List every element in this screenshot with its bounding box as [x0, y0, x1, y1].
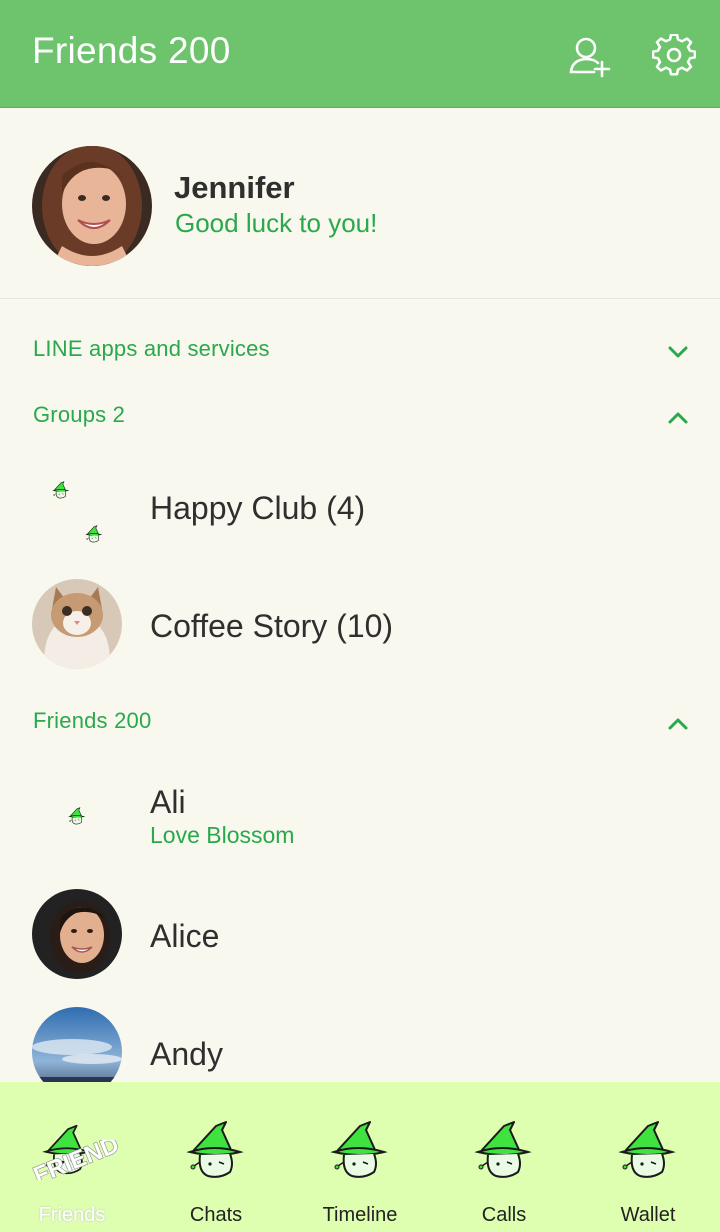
profile-status-message: Good luck to you!: [175, 208, 378, 238]
section-line-apps[interactable]: LINE apps and services: [0, 320, 720, 380]
wizard-icon: [52, 481, 70, 499]
friend-name: Andy: [150, 1036, 223, 1072]
tab-chats[interactable]: Chats: [144, 1082, 288, 1232]
page-title: Friends 200: [32, 30, 231, 71]
friend-name: Alice: [150, 918, 220, 954]
tab-label: Calls: [481, 1204, 527, 1226]
tab-calls[interactable]: Calls: [432, 1082, 576, 1232]
top-bar: Friends 200: [0, 0, 720, 108]
wizard-icon: [474, 1120, 534, 1180]
my-profile[interactable]: Jennifer Good luck to you!: [0, 108, 720, 299]
chevron-up-icon[interactable]: [666, 406, 690, 430]
tab-wallet[interactable]: Wallet: [576, 1082, 720, 1232]
section-label: Friends 200: [33, 708, 152, 733]
wizard-icon: [330, 1120, 390, 1180]
avatar[interactable]: [32, 146, 152, 266]
wizard-icon: [68, 807, 86, 825]
tab-label: Timeline: [322, 1204, 398, 1226]
friend-stamp-icon: FRIEND: [29, 1140, 123, 1180]
add-friend-icon[interactable]: [568, 34, 612, 78]
section-label: Groups 2: [33, 402, 126, 427]
friend-row[interactable]: Alice: [0, 876, 720, 992]
avatar: [32, 889, 122, 979]
stamp-text: FRIEND: [30, 1140, 123, 1180]
friend-avatar: [32, 773, 122, 863]
section-groups[interactable]: Groups 2: [0, 386, 720, 446]
friend-status-message: Love Blossom: [150, 822, 295, 848]
tab-label: Wallet: [620, 1204, 676, 1226]
tab-label: Friends: [38, 1204, 106, 1226]
group-row[interactable]: Coffee Story (10): [0, 566, 720, 682]
chevron-up-icon[interactable]: [666, 712, 690, 736]
group-name: Happy Club (4): [150, 490, 366, 526]
tab-friends[interactable]: FRIEND Friends: [0, 1082, 144, 1232]
profile-name: Jennifer: [174, 170, 295, 205]
avatar: [32, 579, 122, 669]
tab-label: Chats: [189, 1204, 243, 1226]
wizard-icon: [618, 1120, 678, 1180]
friend-name: Ali: [150, 784, 186, 820]
group-avatar: [32, 463, 122, 553]
gear-icon[interactable]: [652, 34, 696, 78]
group-row[interactable]: Happy Club (4): [0, 450, 720, 566]
section-label: LINE apps and services: [33, 336, 270, 361]
bottom-tab-bar: FRIEND Friends Chats Timeline Calls Wall…: [0, 1082, 720, 1232]
tab-timeline[interactable]: Timeline: [288, 1082, 432, 1232]
chevron-down-icon[interactable]: [666, 340, 690, 364]
wizard-icon: [85, 525, 103, 543]
wizard-icon: [186, 1120, 246, 1180]
friend-row[interactable]: Ali Love Blossom: [0, 760, 720, 876]
group-name: Coffee Story (10): [150, 608, 394, 644]
section-friends[interactable]: Friends 200: [0, 692, 720, 752]
